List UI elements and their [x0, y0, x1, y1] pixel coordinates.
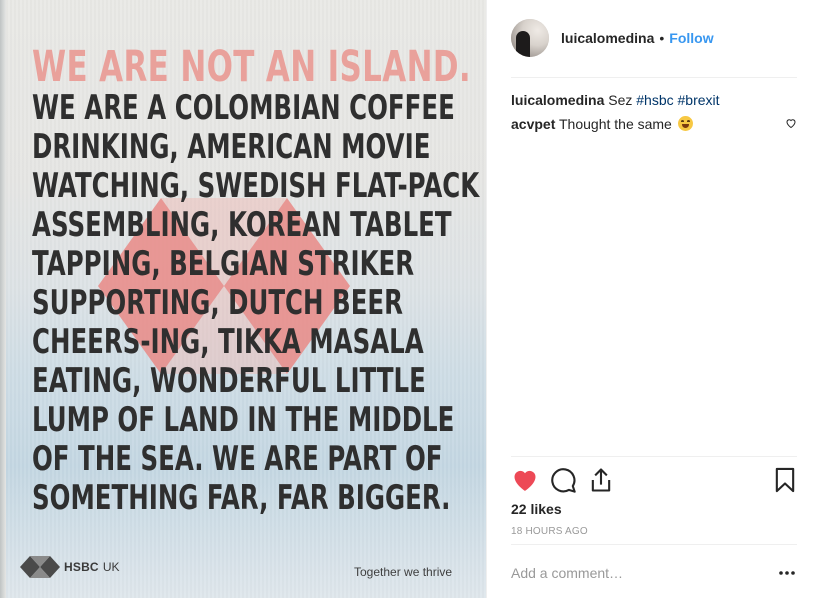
headline-line: SOMETHING FAR, FAR BIGGER.	[32, 478, 451, 518]
comment-username[interactable]: acvpet	[511, 116, 555, 132]
likes-count[interactable]: 22 likes	[511, 501, 562, 517]
headline-line: LUMP OF LAND IN THE MIDDLE	[32, 400, 455, 440]
ad-tagline: Together we thrive	[354, 565, 453, 579]
hashtag-link[interactable]: #hsbc	[636, 92, 673, 108]
comment-like-heart-icon[interactable]	[785, 117, 797, 129]
comment-username[interactable]: luicalomedina	[511, 92, 604, 108]
post-header: luicalomedina • Follow	[511, 18, 797, 58]
add-comment-input[interactable]: Add a comment…	[511, 565, 751, 581]
follow-button[interactable]: Follow	[669, 30, 713, 46]
hsbc-logo-icon	[20, 556, 60, 578]
username-link[interactable]: luicalomedina	[561, 30, 654, 46]
comment-text: Thought the same	[559, 116, 672, 132]
headline-line: TAPPING, BELGIAN STRIKER	[32, 244, 415, 284]
heart-icon[interactable]	[511, 466, 539, 494]
headline-line: DRINKING, AMERICAN MOVIE	[32, 127, 431, 167]
brand-name: HSBC	[64, 560, 99, 574]
divider	[511, 544, 797, 545]
post-photo[interactable]: WE ARE NOT AN ISLAND. WE ARE A COLOMBIAN…	[0, 0, 486, 598]
hsbc-brand: HSBC UK	[20, 556, 119, 578]
action-bar	[511, 464, 797, 496]
newspaper-fold	[0, 0, 6, 598]
comment: acvpet Thought the same	[511, 115, 693, 133]
hashtag-link[interactable]: #brexit	[678, 92, 720, 108]
divider	[511, 456, 797, 457]
headline-line: SUPPORTING, DUTCH BEER	[32, 283, 403, 323]
headline-line: WE ARE NOT AN ISLAND.	[32, 42, 472, 92]
separator-dot: •	[659, 30, 665, 46]
comment-text: Sez	[608, 92, 633, 108]
grinning-squinting-emoji-icon	[677, 116, 693, 131]
ad-headline: WE ARE NOT AN ISLAND. WE ARE A COLOMBIAN…	[32, 42, 480, 518]
headline-line: CHEERS-ING, TIKKA MASALA	[32, 322, 424, 362]
headline-line: EATING, WONDERFUL LITTLE	[32, 361, 426, 401]
headline-line: WE ARE A COLOMBIAN COFFEE	[32, 88, 455, 128]
divider	[511, 77, 797, 78]
comment-bubble-icon[interactable]	[549, 466, 577, 494]
more-options-icon[interactable]	[777, 566, 797, 580]
post-timestamp[interactable]: 18 HOURS AGO	[511, 526, 588, 537]
caption: luicalomedina Sez #hsbc #brexit	[511, 91, 720, 109]
brand-suffix: UK	[102, 560, 120, 574]
share-upload-icon[interactable]	[587, 466, 615, 494]
headline-line: OF THE SEA. WE ARE PART OF	[32, 439, 443, 479]
headline-line: WATCHING, SWEDISH FLAT-PACK	[32, 166, 480, 206]
headline-line: ASSEMBLING, KOREAN TABLET	[32, 205, 452, 245]
avatar-figure	[516, 31, 530, 57]
bookmark-icon[interactable]	[771, 466, 799, 494]
post-panel: luicalomedina • Follow luicalomedina Sez…	[486, 0, 820, 598]
avatar[interactable]	[511, 19, 549, 57]
